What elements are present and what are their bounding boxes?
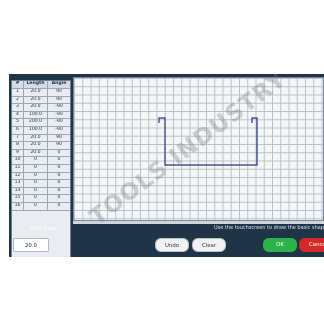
row-index: 14 — [12, 187, 24, 195]
table-row[interactable]: 16 0 0 — [12, 202, 70, 211]
instruction-text: Use the touchscreen to draw the basic sh… — [214, 225, 324, 231]
row-index: 12 — [12, 172, 24, 180]
row-length[interactable]: 20.0 — [24, 104, 48, 111]
undo-button[interactable]: Undo — [155, 238, 189, 252]
table-row[interactable]: 10 0 0 — [12, 157, 70, 165]
row-angle[interactable]: 90 — [48, 97, 70, 104]
row-length[interactable]: 0 — [24, 180, 48, 187]
table-row[interactable]: 8 20.0 90 — [12, 142, 70, 150]
table-row[interactable]: 13 0 0 — [12, 180, 70, 188]
table-row[interactable]: 5 200.0 -90 — [12, 119, 70, 127]
row-index: 1 — [12, 89, 24, 96]
row-angle[interactable]: -90 — [48, 104, 70, 111]
row-angle[interactable]: 0 — [48, 203, 70, 210]
row-length[interactable]: 20.0 — [24, 149, 48, 157]
row-angle[interactable]: 90 — [48, 135, 70, 142]
row-angle[interactable]: 0 — [48, 173, 70, 180]
row-length[interactable]: 100.0 — [24, 126, 48, 134]
row-length[interactable]: 0 — [24, 164, 48, 172]
clear-button[interactable]: Clear — [192, 238, 226, 252]
row-length[interactable]: 0 — [24, 202, 48, 210]
table-row[interactable]: 6 100.0 -90 — [12, 126, 70, 135]
row-length[interactable]: 0 — [24, 187, 48, 195]
table-row[interactable]: 1 20.0 90 — [12, 89, 70, 97]
col-angle-header: Angle — [51, 81, 67, 86]
row-index: 16 — [12, 202, 24, 210]
row-index: 8 — [12, 142, 24, 149]
row-angle[interactable]: 0 — [48, 180, 70, 187]
row-angle[interactable]: 0 — [48, 165, 70, 172]
table-row[interactable]: 12 0 0 — [12, 172, 70, 181]
table-row[interactable]: 7 20.0 90 — [12, 134, 70, 143]
row-index: 13 — [12, 180, 24, 187]
col-length-header: Length — [24, 81, 48, 88]
row-index: 2 — [12, 96, 24, 104]
row-index: 4 — [12, 111, 24, 119]
row-length[interactable]: 20.0 — [24, 89, 48, 96]
row-index: 6 — [12, 126, 24, 134]
row-index: 5 — [12, 119, 24, 126]
bending-shape-editor: # Length Angle 1 20.0 90 2 20.0 90 3 20.0 -90 4 10… — [9, 74, 324, 257]
row-index: 10 — [12, 157, 24, 164]
row-length[interactable]: 20.0 — [24, 134, 48, 142]
row-angle[interactable]: 90 — [48, 142, 70, 149]
table-row[interactable]: 9 20.0 0 — [12, 149, 70, 158]
table-row[interactable]: 3 20.0 -90 — [12, 104, 70, 112]
row-angle[interactable]: 0 — [48, 150, 70, 157]
row-length[interactable]: 100.0 — [24, 111, 48, 119]
row-length[interactable]: 20.0 — [24, 142, 48, 149]
grid-size-field[interactable]: 20.0 — [13, 238, 49, 252]
row-angle[interactable]: 0 — [48, 195, 70, 202]
table-row[interactable]: 4 100.0 -90 — [12, 111, 70, 120]
table-row[interactable]: 15 0 0 — [12, 195, 70, 203]
cancel-button[interactable]: Cancel — [299, 238, 324, 252]
row-length[interactable]: 20.0 — [24, 96, 48, 104]
table-header: # Length Angle — [12, 81, 70, 89]
ok-button[interactable]: OK — [263, 238, 297, 252]
table-row[interactable]: 11 0 0 — [12, 164, 70, 173]
row-angle[interactable]: 0 — [48, 188, 70, 195]
row-index: 11 — [12, 164, 24, 172]
row-length[interactable]: 200.0 — [24, 119, 48, 126]
row-index: 3 — [12, 104, 24, 111]
row-length[interactable]: 0 — [24, 195, 48, 202]
row-angle[interactable]: -90 — [48, 112, 70, 119]
row-angle[interactable]: 0 — [48, 157, 70, 164]
row-angle[interactable]: -90 — [48, 127, 70, 134]
row-angle[interactable]: -90 — [48, 119, 70, 126]
row-length[interactable]: 0 — [24, 157, 48, 164]
row-index: 9 — [12, 149, 24, 157]
row-angle[interactable]: 90 — [48, 89, 70, 96]
grid-size-label: Grid Size: — [31, 226, 57, 232]
row-index: 15 — [12, 195, 24, 202]
table-row[interactable]: 14 0 0 — [12, 187, 70, 196]
row-index: 7 — [12, 134, 24, 142]
row-length[interactable]: 0 — [24, 172, 48, 180]
table-row[interactable]: 2 20.0 90 — [12, 96, 70, 105]
col-index-header: # — [12, 81, 24, 88]
